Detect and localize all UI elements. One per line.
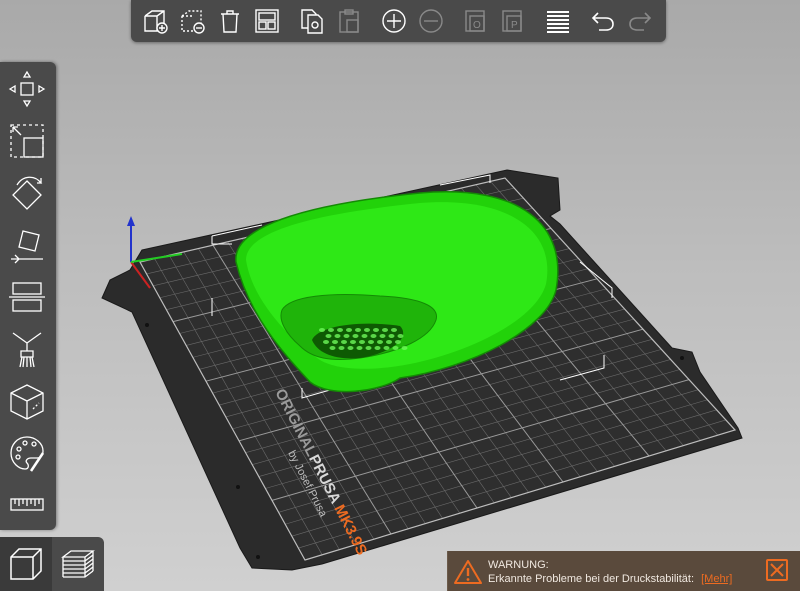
- place-on-face-icon: [11, 230, 43, 264]
- split-parts-button[interactable]: P: [494, 0, 531, 42]
- mmu-painting-button[interactable]: [4, 430, 50, 476]
- cube-plus-icon: [143, 10, 168, 34]
- close-icon: [770, 563, 784, 577]
- add-object-button[interactable]: [137, 0, 174, 42]
- layers-stack-icon: [546, 11, 569, 33]
- 3d-view-button[interactable]: [0, 537, 52, 591]
- svg-text:O: O: [473, 20, 481, 31]
- view-switch: [0, 537, 104, 591]
- redo-button[interactable]: [621, 0, 658, 42]
- undo-button[interactable]: [584, 0, 621, 42]
- warning-notification: WARNUNG: Erkannte Probleme bei der Druck…: [447, 551, 800, 591]
- warning-more-link[interactable]: [Mehr]: [701, 573, 732, 585]
- paint-supports-icon: [12, 332, 42, 368]
- svg-text:P: P: [511, 20, 518, 31]
- cut-icon: [9, 282, 45, 312]
- ruler-icon: [10, 498, 44, 511]
- close-warning-button[interactable]: [766, 559, 788, 581]
- paste-button[interactable]: [330, 0, 367, 42]
- split-objects-icon: O: [464, 10, 485, 32]
- seam-painting-button[interactable]: [4, 378, 50, 424]
- place-on-face-button[interactable]: [4, 222, 50, 268]
- layers-preview-icon: [61, 550, 95, 578]
- trash-icon: [220, 10, 239, 33]
- split-objects-button[interactable]: O: [457, 0, 494, 42]
- top-toolbar: O P: [131, 0, 666, 42]
- rotate-icon: [12, 176, 43, 210]
- preview-button[interactable]: [52, 537, 104, 591]
- warning-title: WARNUNG:: [488, 559, 549, 571]
- seam-cube-icon: [10, 384, 44, 420]
- undo-arrow-icon: [591, 12, 614, 31]
- layers-editing-button[interactable]: [539, 0, 576, 42]
- add-instance-button[interactable]: [375, 0, 412, 42]
- delete-all-button[interactable]: [211, 0, 248, 42]
- arrange-button[interactable]: [248, 0, 285, 42]
- scale-icon: [10, 124, 44, 158]
- cube-view-icon: [10, 548, 42, 580]
- warning-text: Erkannte Probleme bei der Druckstabilitä…: [488, 573, 732, 585]
- left-toolbar: [0, 62, 56, 530]
- warning-triangle-icon: [454, 560, 482, 584]
- cut-tool-button[interactable]: [4, 274, 50, 320]
- move-tool-button[interactable]: [4, 66, 50, 112]
- scale-tool-button[interactable]: [4, 118, 50, 164]
- circle-plus-icon: [381, 9, 406, 33]
- move-arrows-icon: [8, 70, 46, 108]
- redo-arrow-icon: [628, 12, 651, 31]
- palette-icon: [10, 436, 45, 472]
- warning-message: Erkannte Probleme bei der Druckstabilitä…: [488, 573, 695, 585]
- circle-minus-icon: [418, 9, 443, 33]
- 3d-scene[interactable]: ORIGINAL PRUSA MK3.9S by Josef Prusa: [0, 0, 800, 591]
- paste-icon: [338, 9, 359, 33]
- delete-button[interactable]: [174, 0, 211, 42]
- copy-icon: [300, 9, 323, 34]
- measure-tool-button[interactable]: [4, 482, 50, 528]
- arrange-grid-icon: [254, 9, 279, 33]
- dashed-cube-minus-icon: [180, 10, 205, 34]
- remove-instance-button[interactable]: [412, 0, 449, 42]
- rotate-tool-button[interactable]: [4, 170, 50, 216]
- paint-supports-button[interactable]: [4, 326, 50, 372]
- split-parts-icon: P: [501, 10, 522, 32]
- copy-button[interactable]: [293, 0, 330, 42]
